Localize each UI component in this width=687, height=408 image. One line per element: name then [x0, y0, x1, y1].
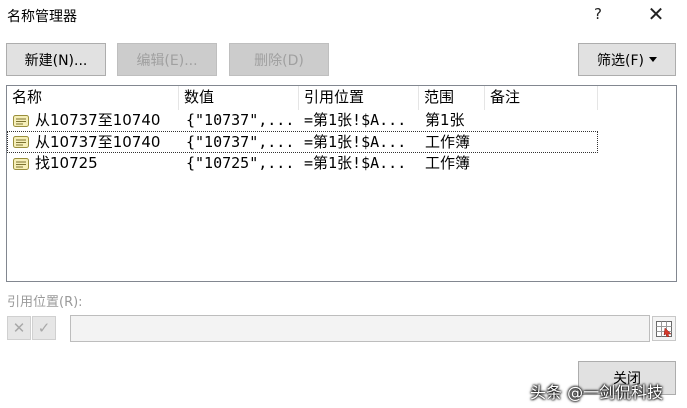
table-row[interactable]: 从10737至10740 {"10737",... =第1张!$A... 第1张 [7, 110, 598, 132]
cell-name: 从10737至10740 [35, 133, 161, 151]
cell-name: 找10725 [35, 154, 98, 172]
cell-comment [490, 110, 598, 132]
cell-scope: 工作簿 [425, 133, 471, 151]
column-header-comment[interactable]: 备注 [485, 86, 598, 110]
named-range-icon [13, 115, 29, 127]
names-list[interactable]: 名称 数值 引用位置 范围 备注 从10737至10740 {"10737",.… [6, 85, 677, 282]
list-header: 名称 数值 引用位置 范围 备注 [7, 86, 676, 110]
edit-button[interactable]: 编辑(E)... [117, 43, 217, 76]
cell-value: {"10737",... [186, 133, 295, 151]
collapse-dialog-button[interactable] [652, 316, 676, 341]
column-header-value[interactable]: 数值 [179, 86, 299, 110]
refers-to-label: 引用位置(R): [7, 295, 83, 310]
range-select-icon [656, 320, 672, 337]
delete-button[interactable]: 删除(D) [229, 43, 329, 76]
column-header-name[interactable]: 名称 [7, 86, 179, 110]
table-row[interactable]: 找10725 {"10725",... =第1张!$A... 工作簿 [7, 153, 598, 175]
cancel-edit-button[interactable]: ✕ [7, 316, 31, 340]
check-icon: ✓ [37, 319, 51, 337]
column-header-ref[interactable]: 引用位置 [299, 86, 419, 110]
cell-comment [490, 132, 598, 154]
cell-ref: =第1张!$A... [304, 111, 407, 129]
cell-value: {"10737",... [186, 111, 295, 129]
help-icon: ? [594, 5, 602, 23]
cell-ref: =第1张!$A... [304, 154, 407, 172]
column-header-scope[interactable]: 范围 [419, 86, 485, 110]
new-button[interactable]: 新建(N)... [6, 43, 106, 76]
cell-ref: =第1张!$A... [304, 133, 407, 151]
close-icon: ✕ [647, 2, 665, 26]
cell-name: 从10737至10740 [35, 111, 161, 129]
cancel-x-icon: ✕ [12, 319, 26, 337]
close-window-button[interactable]: ✕ [642, 2, 670, 26]
dialog-title: 名称管理器 [7, 9, 77, 25]
dropdown-arrow-icon [648, 57, 657, 62]
cell-value: {"10725",... [186, 154, 295, 172]
watermark: 头条 @一剑侃科技 [530, 383, 664, 402]
table-row-selected[interactable]: 从10737至10740 {"10737",... =第1张!$A... 工作簿 [7, 131, 598, 153]
named-range-icon [13, 136, 29, 148]
refers-to-input[interactable] [70, 315, 650, 342]
filter-button[interactable]: 筛选(F) [578, 43, 676, 76]
filter-label: 筛选(F) [597, 52, 644, 69]
confirm-edit-button[interactable]: ✓ [32, 316, 56, 340]
cell-scope: 第1张 [425, 111, 465, 129]
help-button[interactable]: ? [584, 2, 612, 26]
named-range-icon [13, 158, 29, 170]
cell-comment [490, 153, 598, 175]
cell-scope: 工作簿 [425, 154, 471, 172]
